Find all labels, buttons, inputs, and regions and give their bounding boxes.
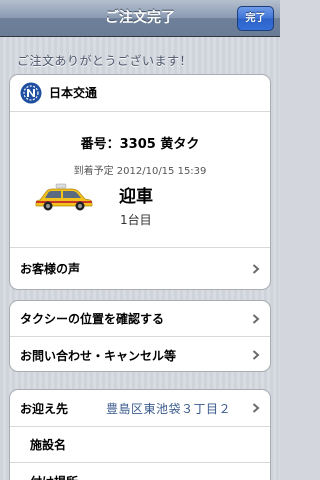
divider <box>10 111 270 112</box>
pickup-spot-label: 付け場所 <box>30 463 78 480</box>
pickup-address-row[interactable]: お迎え先 豊島区東池袋３丁目２ <box>10 390 270 427</box>
facility-name-row[interactable]: 施設名 <box>10 427 270 463</box>
navigation-bar: ご注文完了 完了 <box>0 0 280 37</box>
check-taxi-location-label: タクシーの位置を確認する <box>20 312 165 326</box>
chevron-right-icon <box>252 403 260 413</box>
taxi-unit: 1台目 <box>120 213 152 227</box>
taxi-icon <box>35 183 93 211</box>
chevron-right-icon <box>252 313 260 324</box>
thank-you-message: ご注文ありがとうございます！ <box>17 54 193 68</box>
company-name: 日本交通 <box>49 86 98 100</box>
chevron-right-icon <box>252 263 260 274</box>
facility-name-label: 施設名 <box>30 438 67 452</box>
order-number: 番号：3305 黄タク <box>80 137 200 152</box>
chevron-right-icon <box>252 350 260 360</box>
pickup-label: お迎え先 <box>20 401 69 416</box>
arrival-eta: 到着予定 2012/10/15 15:39 <box>73 166 207 177</box>
actions-card: タクシーの位置を確認する お問い合わせ・キャンセル等 <box>9 300 271 372</box>
pickup-address-value: 豊島区東池袋３丁目２ <box>106 401 232 416</box>
taxi-status: 迎車 <box>119 187 153 207</box>
order-card: 日本交通 番号：3305 黄タク 到着予定 2012/10/15 15:39 迎… <box>9 74 271 290</box>
pickup-spot-row[interactable]: 付け場所 <box>10 463 270 480</box>
customer-feedback-row[interactable]: お客様の声 <box>10 247 270 289</box>
customer-feedback-label: お客様の声 <box>20 262 81 276</box>
pickup-card: お迎え先 豊島区東池袋３丁目２ 施設名 付け場所 <box>9 389 271 480</box>
inquiry-cancel-row[interactable]: お問い合わせ・キャンセル等 <box>10 337 270 371</box>
check-taxi-location-row[interactable]: タクシーの位置を確認する <box>10 301 270 337</box>
done-button[interactable]: 完了 <box>237 6 274 31</box>
nihon-kotsu-logo-icon <box>20 82 42 104</box>
inquiry-cancel-label: お問い合わせ・キャンセル等 <box>20 348 177 363</box>
